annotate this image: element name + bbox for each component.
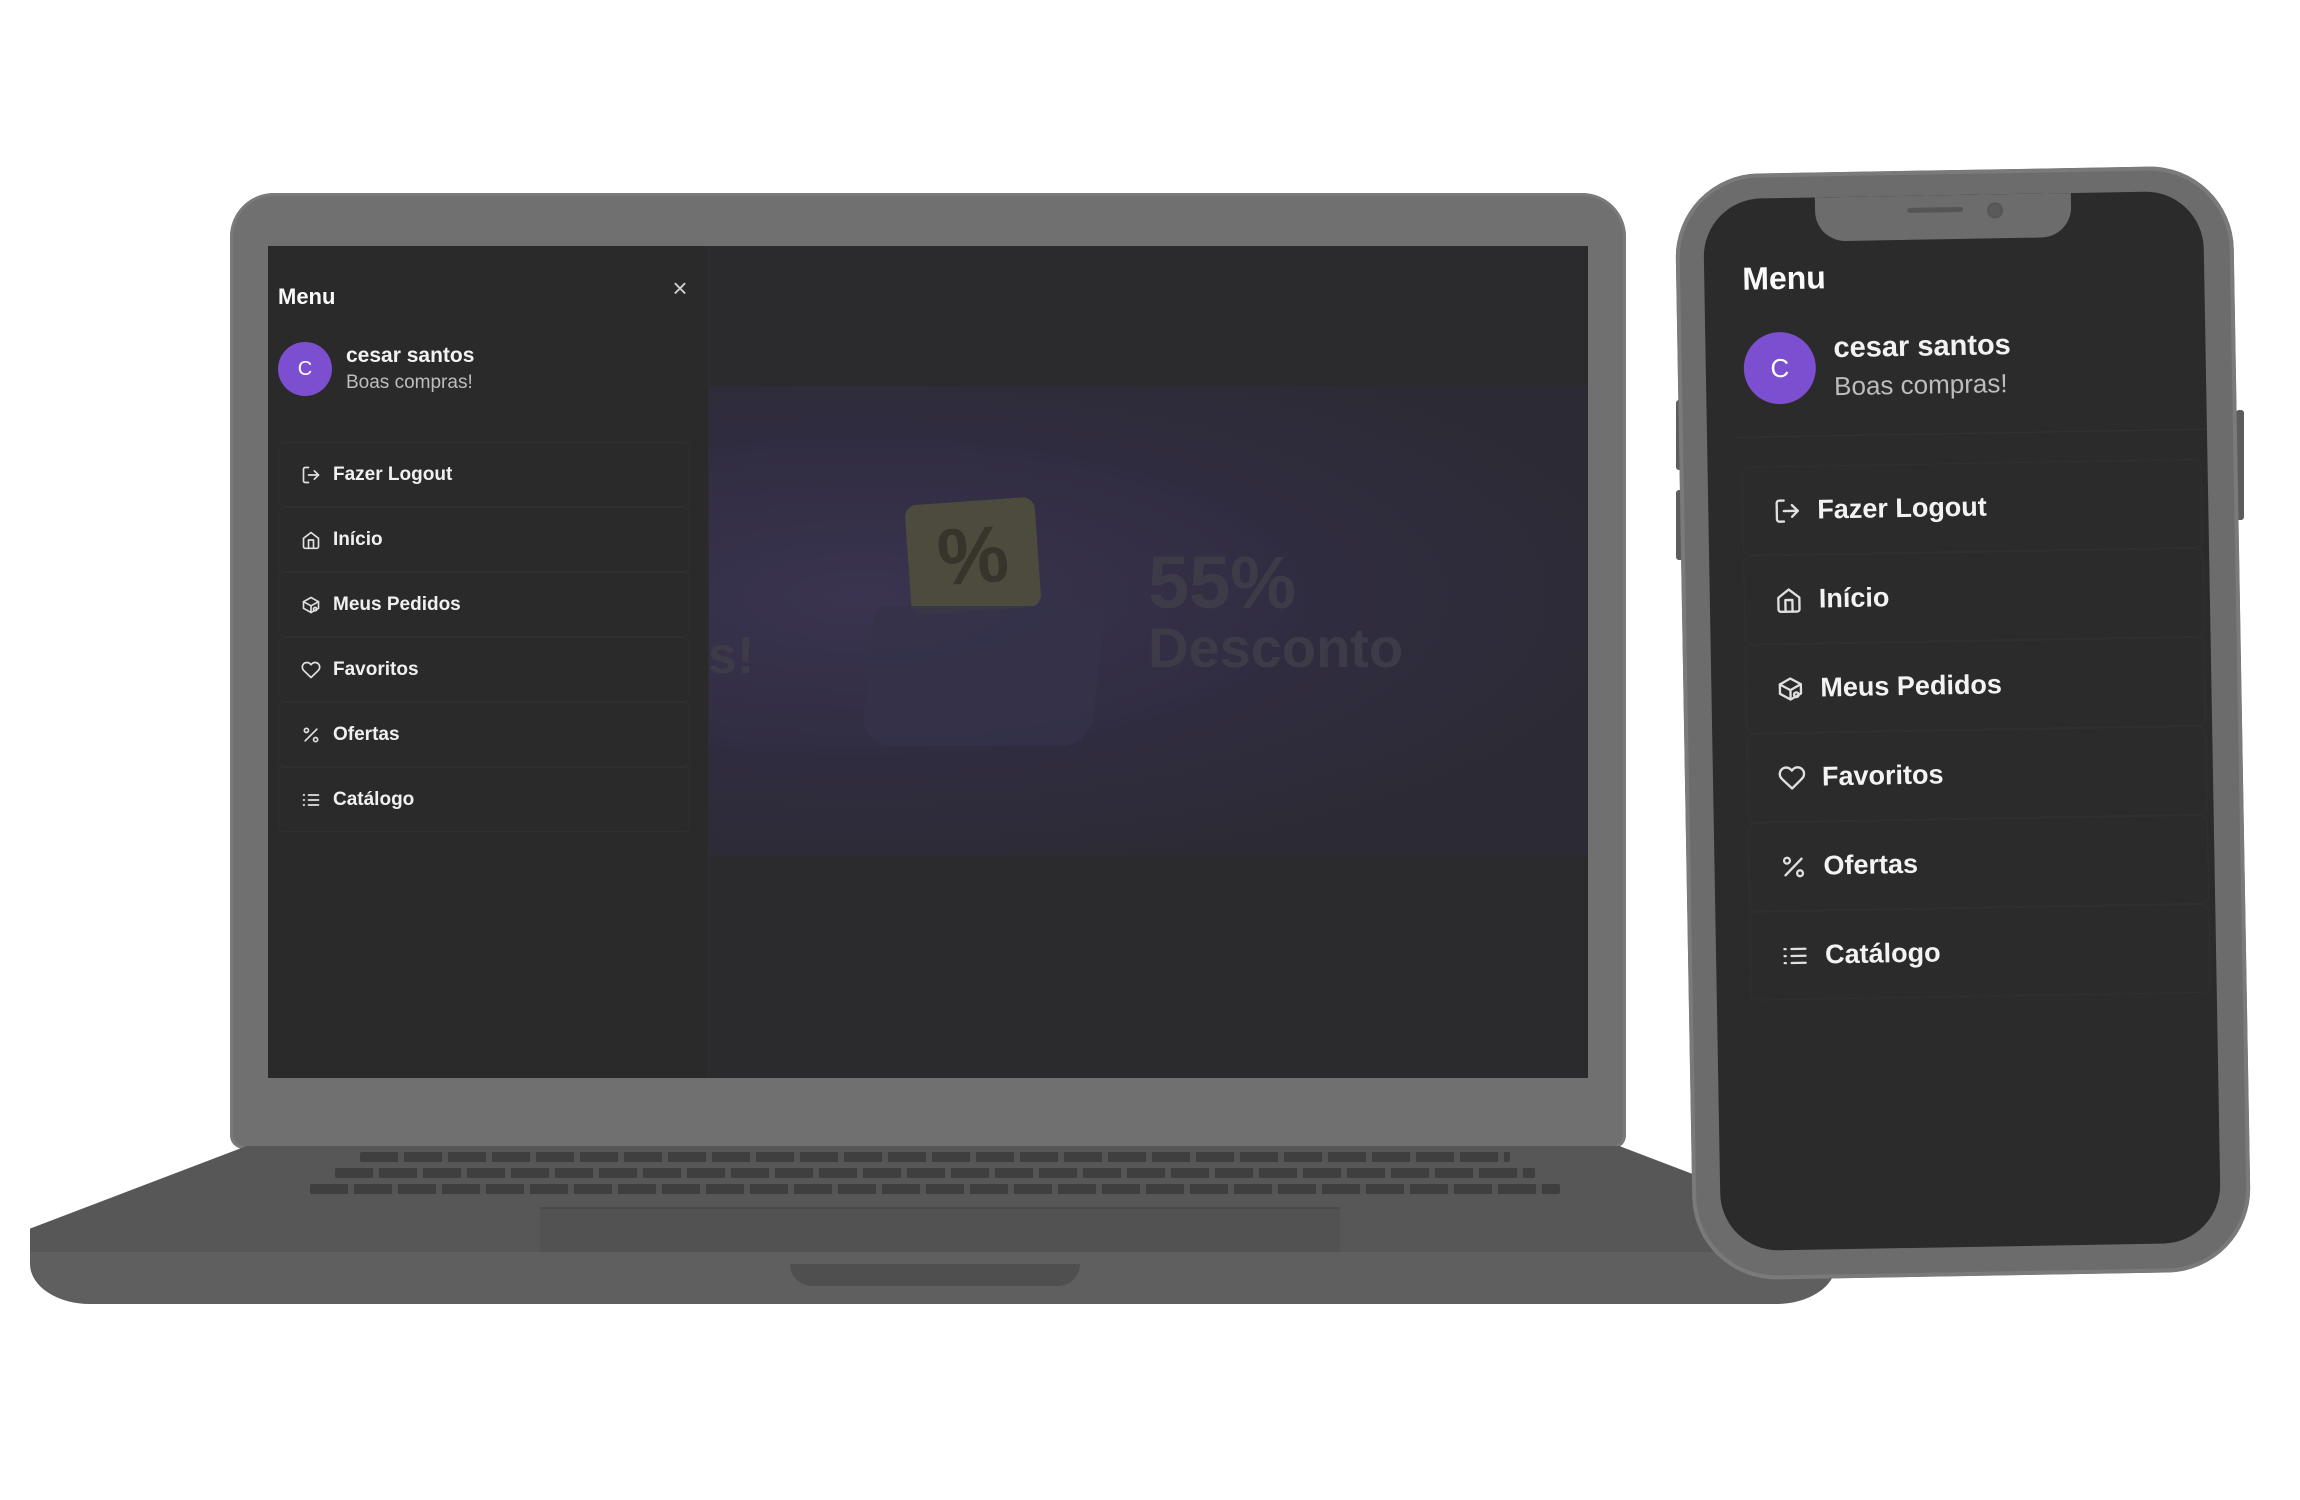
close-icon[interactable]: × (668, 275, 692, 301)
cart-icon (860, 606, 1106, 746)
promo-word: Desconto (1148, 616, 1404, 679)
laptop-notch (790, 1264, 1080, 1286)
drawer-title: Menu (278, 284, 336, 309)
nav-item-label: Fazer Logout (1817, 491, 1988, 525)
promo-percent: 55% (1148, 541, 1297, 624)
laptop-keyboard (290, 1148, 1580, 1208)
nav-item-label: Início (333, 528, 383, 550)
laptop-trackpad (540, 1207, 1340, 1253)
percent-tile-icon: % (904, 496, 1042, 616)
nav-item-home[interactable]: Início (1743, 547, 2205, 645)
nav-item-label: Ofertas (333, 723, 400, 745)
nav-item-catalog[interactable]: Catálogo (278, 767, 690, 832)
heart-icon (1778, 765, 1806, 790)
nav-item-label: Meus Pedidos (333, 593, 461, 615)
nav-item-label: Ofertas (1823, 848, 1919, 881)
nav-item-label: Fazer Logout (333, 463, 453, 485)
nav-item-logout[interactable]: Fazer Logout (1741, 458, 2204, 556)
list-icon (302, 793, 320, 806)
nav-item-logout[interactable]: Fazer Logout (278, 442, 690, 507)
nav-item-label: Favoritos (1821, 759, 1944, 792)
package-icon (302, 596, 320, 613)
nav-item-label: Meus Pedidos (1820, 669, 2003, 703)
heart-icon (301, 661, 321, 678)
divider (1735, 428, 2207, 438)
nav-list: Fazer Logout Início Meus Pedidos Favorit… (1741, 458, 2211, 1001)
nav-list: Fazer Logout Início Meus Pedidos Favorit… (278, 442, 690, 832)
phone-screen: Menu C cesar santos Boas compras! Fazer … (1702, 190, 2222, 1252)
user-greeting: Boas compras! (1833, 368, 2008, 402)
avatar: C (1743, 331, 1817, 405)
user-profile: C cesar santos Boas compras! (1743, 328, 2012, 405)
nav-item-offers[interactable]: Ofertas (1747, 814, 2210, 912)
percent-icon (303, 727, 319, 742)
nav-item-label: Início (1818, 582, 1890, 614)
promo-left-text: s! (708, 627, 755, 685)
phone-notch (1814, 193, 2072, 242)
speaker-icon (1907, 206, 1964, 213)
nav-item-label: Catálogo (333, 788, 415, 810)
menu-drawer: Menu × C cesar santos Boas compras! Faze… (268, 246, 709, 1078)
drawer-title: Menu (1741, 259, 1827, 297)
nav-item-offers[interactable]: Ofertas (278, 702, 690, 767)
nav-item-favorites[interactable]: Favoritos (1746, 725, 2208, 823)
laptop-screen: s! % 55% Desconto Menu × C cesar santos … (268, 246, 1588, 1078)
avatar: C (278, 342, 332, 396)
package-icon (1778, 676, 1803, 701)
camera-icon (1986, 202, 2004, 219)
nav-item-label: Favoritos (333, 658, 419, 680)
nav-item-label: Catálogo (1824, 937, 1941, 970)
list-icon (1783, 947, 1807, 964)
user-greeting: Boas compras! (346, 372, 473, 393)
user-name: cesar santos (346, 344, 475, 367)
user-profile: C cesar santos Boas compras! (278, 342, 474, 396)
home-icon (302, 531, 320, 549)
percent-icon (1782, 856, 1805, 877)
nav-item-orders[interactable]: Meus Pedidos (1744, 636, 2207, 734)
nav-item-home[interactable]: Início (278, 507, 690, 572)
promo-text: 55% Desconto (1148, 546, 1403, 676)
logout-icon (1775, 498, 1799, 523)
nav-item-catalog[interactable]: Catálogo (1749, 903, 2211, 1001)
nav-item-orders[interactable]: Meus Pedidos (278, 572, 690, 637)
home-icon (1777, 587, 1801, 613)
user-name: cesar santos (1833, 329, 2012, 365)
nav-item-favorites[interactable]: Favoritos (278, 637, 690, 702)
logout-icon (302, 466, 320, 483)
